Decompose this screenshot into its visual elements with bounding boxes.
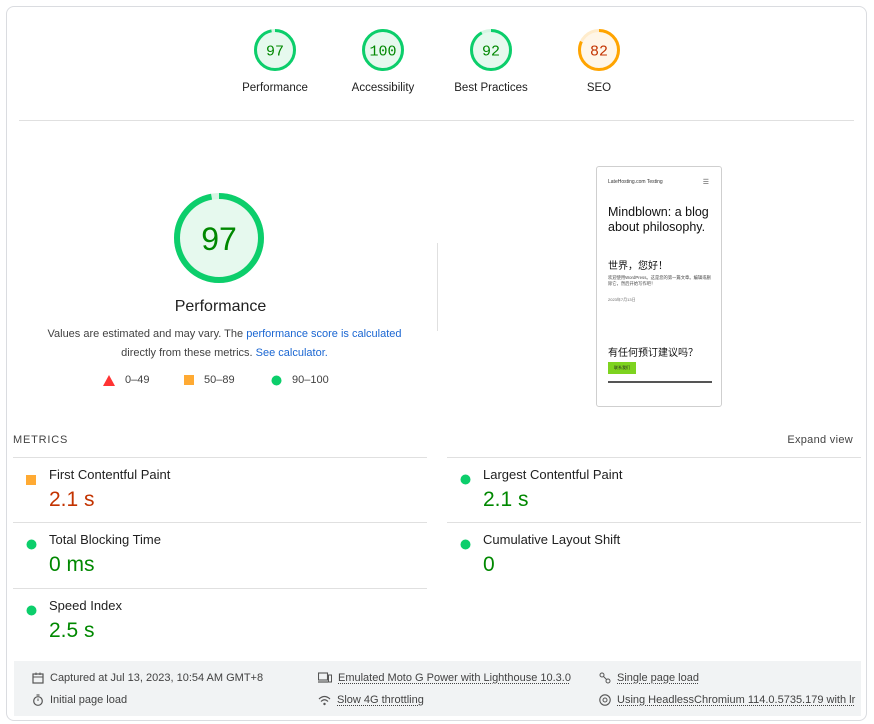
circle-icon [271, 375, 282, 385]
single-load-text: Single page load [617, 672, 699, 684]
gauge-label: Accessibility [351, 82, 415, 94]
post-excerpt: 欢迎使用WordPress。这是您的第一篇文章。编辑或删除它，然后开始写作吧！ [608, 275, 711, 286]
square-icon [184, 375, 194, 385]
chrome-icon [599, 694, 611, 706]
desc-text: directly from these metrics. [121, 346, 256, 359]
stopwatch-icon [33, 694, 43, 706]
legend-range: 0–49 [125, 374, 150, 386]
initial-load-text: Initial page load [50, 694, 128, 706]
calendar-icon [32, 672, 44, 684]
gauge-best-practices[interactable]: 92 Best Practices [441, 27, 541, 94]
browser-text: Using HeadlessChromium 114.0.5735.179 wi… [617, 694, 856, 706]
gauge-ring: 92 [470, 29, 512, 71]
legend-average: 50–89 [184, 374, 235, 386]
captured-info: Captured at Jul 13, 2023, 10:54 AM GMT+8 [32, 672, 263, 684]
gauge-accessibility[interactable]: 100 Accessibility [333, 27, 433, 94]
throttling-info[interactable]: Slow 4G throttling [318, 694, 424, 706]
booking-heading: 有任何预订建议吗？ [608, 348, 698, 359]
svg-text:97: 97 [266, 44, 284, 61]
pass-circle-icon [26, 537, 37, 555]
performance-description: Values are estimated and may vary. The p… [27, 325, 422, 362]
performance-ring: 97 [174, 193, 264, 283]
pass-circle-icon [460, 537, 471, 555]
browser-info[interactable]: Using HeadlessChromium 114.0.5735.179 wi… [599, 694, 855, 706]
metric-value: 2.5 s [49, 619, 95, 642]
metric-value: 2.1 s [49, 488, 95, 511]
hamburger-icon: ☰ [702, 179, 709, 186]
emulated-device-text: Emulated Moto G Power with Lighthouse 10… [338, 672, 571, 684]
wifi-icon [318, 695, 331, 706]
report-card: 97 Performance 100 Accessibility 92 Best… [6, 6, 867, 721]
divider [19, 120, 854, 121]
nodes-icon [599, 672, 611, 684]
metric-speed-index: Speed Index 2.5 s [13, 588, 427, 654]
initial-load-info: Initial page load [32, 694, 127, 706]
svg-text:92: 92 [482, 44, 500, 61]
svg-text:100: 100 [369, 44, 396, 61]
legend-fail: 0–49 [103, 374, 149, 386]
metric-name: Total Blocking Time [49, 532, 161, 547]
contact-button: 联系我们 [608, 362, 636, 374]
see-calculator-link[interactable]: See calculator. [256, 347, 328, 359]
category-gauges: 97 Performance 100 Accessibility 92 Best… [7, 27, 866, 117]
average-square-icon [26, 472, 36, 490]
performance-score: 97 [201, 221, 237, 257]
metric-value: 0 ms [49, 553, 95, 576]
gauge-ring: 82 [578, 29, 620, 71]
captured-text: Captured at Jul 13, 2023, 10:54 AM GMT+8 [50, 672, 264, 684]
performance-gauge-large: 97 [170, 189, 268, 292]
metric-name: First Contentful Paint [49, 467, 171, 482]
metric-name: Cumulative Layout Shift [483, 532, 621, 547]
legend-range: 90–100 [292, 374, 329, 386]
device-icon [318, 672, 332, 683]
legend-range: 50–89 [204, 374, 235, 386]
gauge-ring: 97 [254, 29, 296, 71]
post-title: 世界，您好！ [608, 261, 668, 272]
gauge-label: SEO [586, 82, 612, 94]
gauge-label: Performance [242, 82, 308, 94]
single-load-info[interactable]: Single page load [599, 672, 699, 684]
metric-value: 2.1 s [483, 488, 529, 511]
metric-fcp: First Contentful Paint 2.1 s [13, 457, 427, 523]
gauge-performance[interactable]: 97 Performance [225, 27, 325, 94]
pass-circle-icon [460, 472, 471, 490]
metric-name: Largest Contentful Paint [483, 467, 623, 482]
post-date: 2023年7月13日 [608, 297, 636, 302]
gauge-ring: 100 [362, 29, 404, 71]
site-heading: Mindblown: a blog about philosophy. [608, 205, 709, 234]
triangle-icon [103, 374, 115, 386]
final-screenshot[interactable]: LateHosting.com Testing ☰ Mindblown: a b… [596, 166, 722, 407]
legend-pass: 90–100 [271, 374, 329, 386]
svg-text:82: 82 [590, 44, 608, 61]
metric-name: Speed Index [49, 598, 123, 613]
metric-lcp: Largest Contentful Paint 2.1 s [447, 457, 861, 523]
divider [608, 381, 712, 383]
gauge-label: Best Practices [454, 82, 528, 94]
gauge-seo[interactable]: 82 SEO [549, 27, 649, 94]
emulated-device-info[interactable]: Emulated Moto G Power with Lighthouse 10… [318, 672, 571, 684]
score-calculated-link[interactable]: performance score is calculated [246, 328, 401, 340]
site-name: LateHosting.com Testing [608, 179, 663, 185]
metrics-header: METRICS [13, 434, 69, 446]
performance-title: Performance [174, 298, 267, 315]
metric-cls: Cumulative Layout Shift 0 [447, 522, 861, 588]
pass-circle-icon [26, 603, 37, 621]
divider-vertical [437, 243, 438, 331]
run-info-footer: Captured at Jul 13, 2023, 10:54 AM GMT+8… [14, 661, 861, 716]
metric-value: 0 [483, 553, 495, 576]
throttling-text: Slow 4G throttling [337, 694, 424, 706]
metric-tbt: Total Blocking Time 0 ms [13, 522, 427, 588]
desc-text: Values are estimated and may vary. The [47, 328, 247, 340]
expand-view-toggle[interactable]: Expand view [787, 434, 853, 446]
